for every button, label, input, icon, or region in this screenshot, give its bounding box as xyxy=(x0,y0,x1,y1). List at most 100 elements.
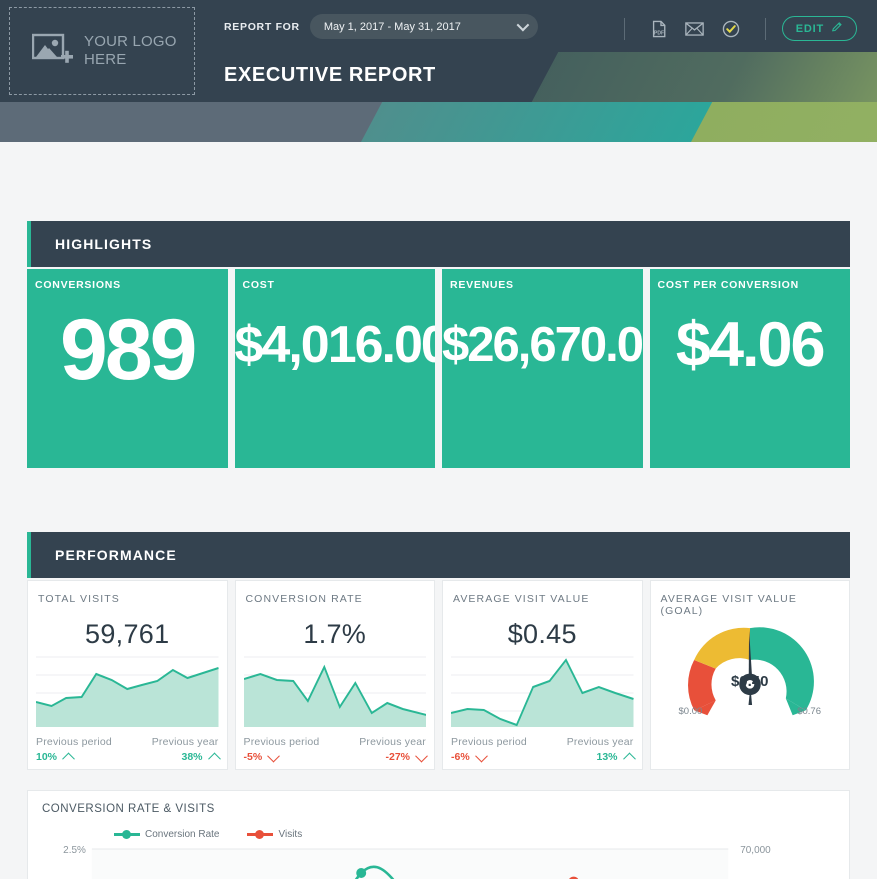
comparison-delta: -27% xyxy=(385,751,410,763)
kpi-label: COST PER CONVERSION xyxy=(658,279,843,291)
date-range-value: May 1, 2017 - May 31, 2017 xyxy=(324,21,461,33)
comparison-delta: 38% xyxy=(181,751,202,763)
edit-button[interactable]: EDIT xyxy=(782,16,857,41)
gauge-axis-labels: $0.00 $0.76 xyxy=(679,706,822,717)
perf-card-label: CONVERSION RATE xyxy=(246,593,425,605)
comparison-value: -5% xyxy=(244,751,320,763)
highlights-section: HIGHLIGHTS CONVERSIONS 989 COST $4,016.0… xyxy=(27,221,850,468)
svg-text:2.5%: 2.5% xyxy=(63,845,86,856)
comparison-row: Previous period 10% Previous year 38% xyxy=(36,736,219,763)
performance-section-title: PERFORMANCE xyxy=(55,547,177,563)
performance-card-row: TOTAL VISITS 59,761 Previous period xyxy=(27,580,850,770)
conversion-rate-and-visits-chart-card[interactable]: CONVERSION RATE & VISITS Conversion Rate… xyxy=(27,790,850,879)
header-actions: PDF EDIT xyxy=(608,16,857,41)
kpi-value: $26,670.00 xyxy=(442,321,643,370)
arrow-down-icon xyxy=(267,749,280,762)
svg-text:PDF: PDF xyxy=(654,30,664,36)
report-period-control: REPORT FOR May 1, 2017 - May 31, 2017 xyxy=(224,14,538,39)
perf-card-value: $0.45 xyxy=(453,619,632,650)
comparison-previous-period: Previous period -6% xyxy=(451,736,527,763)
kpi-label: REVENUES xyxy=(450,279,635,291)
gauge-value: $0.40 xyxy=(651,673,850,690)
comparison-caption: Previous year xyxy=(152,736,219,748)
chart-legend: Conversion Rate Visits xyxy=(114,829,835,840)
kpi-label: CONVERSIONS xyxy=(35,279,220,291)
comparison-value: 10% xyxy=(36,751,112,763)
kpi-card-cost-per-conversion[interactable]: COST PER CONVERSION $4.06 xyxy=(650,269,851,468)
legend-item-conversion-rate[interactable]: Conversion Rate xyxy=(114,829,219,840)
comparison-value: 38% xyxy=(181,751,218,763)
header-band-green xyxy=(687,101,877,142)
perf-card-total-visits[interactable]: TOTAL VISITS 59,761 Previous period xyxy=(27,580,228,770)
comparison-previous-period: Previous period -5% xyxy=(244,736,320,763)
comparison-caption: Previous period xyxy=(451,736,527,748)
comparison-previous-year: Previous year -27% xyxy=(359,736,426,763)
arrow-up-icon xyxy=(62,752,75,765)
perf-card-average-visit-value-goal[interactable]: AVERAGE VISIT VALUE (GOAL) xyxy=(650,580,851,770)
arrow-up-icon xyxy=(623,752,636,765)
comparison-delta: 10% xyxy=(36,751,57,763)
edit-button-label: EDIT xyxy=(796,23,824,35)
perf-card-value: 59,761 xyxy=(38,619,217,650)
comparison-delta: -6% xyxy=(451,751,470,763)
pdf-icon[interactable]: PDF xyxy=(648,18,670,40)
perf-card-conversion-rate[interactable]: CONVERSION RATE 1.7% Previous period xyxy=(235,580,436,770)
performance-section: PERFORMANCE TOTAL VISITS 59,761 xyxy=(27,532,850,770)
kpi-card-revenues[interactable]: REVENUES $26,670.00 xyxy=(442,269,643,468)
comparison-value: 13% xyxy=(596,751,633,763)
header-band-teal xyxy=(357,101,733,142)
highlights-section-bar: HIGHLIGHTS xyxy=(27,221,850,267)
comparison-previous-year: Previous year 38% xyxy=(152,736,219,763)
email-icon[interactable] xyxy=(684,18,706,40)
legend-item-visits[interactable]: Visits xyxy=(247,829,302,840)
gauge-min-label: $0.00 xyxy=(679,706,703,717)
comparison-caption: Previous period xyxy=(244,736,320,748)
chevron-down-icon xyxy=(516,19,529,32)
logo-text-line1: YOUR LOGO xyxy=(84,33,177,50)
legend-marker xyxy=(247,833,273,836)
comparison-value: -6% xyxy=(451,751,527,763)
kpi-value: 989 xyxy=(27,307,228,393)
highlights-kpi-row: CONVERSIONS 989 COST $4,016.00 REVENUES … xyxy=(27,269,850,468)
kpi-value: $4.06 xyxy=(650,314,851,377)
comparison-row: Previous period -6% Previous year 13% xyxy=(451,736,634,763)
kpi-label: COST xyxy=(243,279,428,291)
image-plus-icon xyxy=(32,33,74,69)
sparkline-conversion-rate xyxy=(244,649,427,727)
comparison-previous-year: Previous year 13% xyxy=(567,736,634,763)
perf-card-label: AVERAGE VISIT VALUE xyxy=(453,593,632,605)
logo-placeholder[interactable]: YOUR LOGO HERE xyxy=(9,7,195,95)
kpi-value: $4,016.00 xyxy=(235,319,436,371)
comparison-value: -27% xyxy=(385,751,426,763)
svg-text:70,000: 70,000 xyxy=(740,845,771,856)
page-title: EXECUTIVE REPORT xyxy=(224,64,436,87)
perf-card-label: TOTAL VISITS xyxy=(38,593,217,605)
legend-marker xyxy=(114,833,140,836)
pencil-icon xyxy=(831,21,843,36)
logo-text-line2: HERE xyxy=(84,51,126,68)
date-range-select[interactable]: May 1, 2017 - May 31, 2017 xyxy=(310,14,538,39)
highlights-section-title: HIGHLIGHTS xyxy=(55,236,152,252)
comparison-delta: -5% xyxy=(244,751,263,763)
arrow-up-icon xyxy=(208,752,221,765)
comparison-caption: Previous period xyxy=(36,736,112,748)
perf-card-average-visit-value[interactable]: AVERAGE VISIT VALUE $0.45 Previous perio… xyxy=(442,580,643,770)
check-circle-icon[interactable] xyxy=(720,18,742,40)
comparison-row: Previous period -5% Previous year -27% xyxy=(244,736,427,763)
chart-title: CONVERSION RATE & VISITS xyxy=(42,803,835,815)
comparison-caption: Previous year xyxy=(567,736,634,748)
divider xyxy=(765,18,766,40)
sparkline-total-visits xyxy=(36,649,219,727)
legend-label: Visits xyxy=(278,829,302,840)
kpi-card-cost[interactable]: COST $4,016.00 xyxy=(235,269,436,468)
arrow-down-icon xyxy=(475,749,488,762)
kpi-card-conversions[interactable]: CONVERSIONS 989 xyxy=(27,269,228,468)
gauge-max-label: $0.76 xyxy=(797,706,821,717)
report-header: YOUR LOGO HERE REPORT FOR May 1, 2017 - … xyxy=(0,0,877,142)
chart-plot-area: 2.5% 2.3% 70,000 60,000 xyxy=(42,841,835,879)
comparison-caption: Previous year xyxy=(359,736,426,748)
comparison-previous-period: Previous period 10% xyxy=(36,736,112,763)
logo-placeholder-text: YOUR LOGO HERE xyxy=(84,33,177,69)
executive-report-page: YOUR LOGO HERE REPORT FOR May 1, 2017 - … xyxy=(0,0,877,879)
perf-card-value: 1.7% xyxy=(246,619,425,650)
